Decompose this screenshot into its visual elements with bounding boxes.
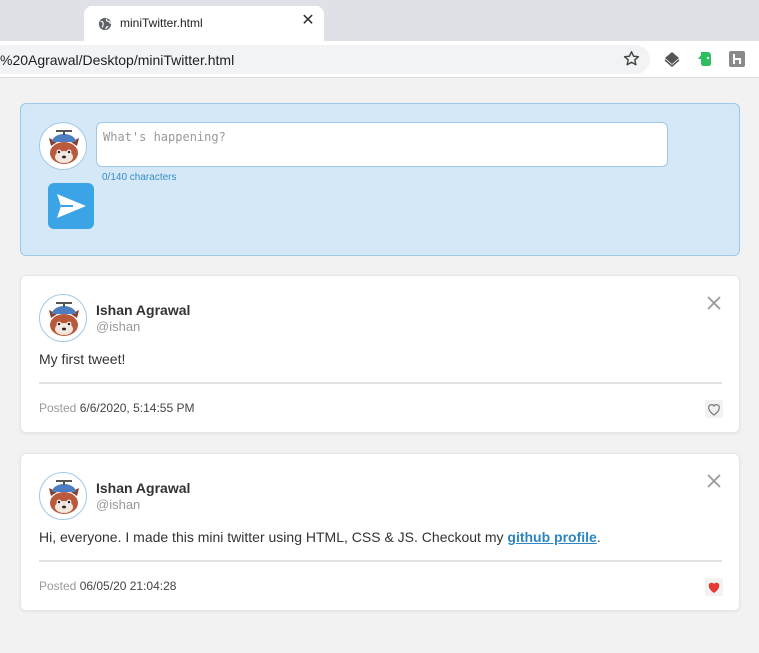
posted-date: 06/05/20 21:04:28 [79,579,177,593]
tweet-text: My first tweet! [39,351,126,367]
avatar [39,472,87,520]
layers-extension-icon[interactable] [663,50,681,68]
red-panda-avatar-icon [49,302,79,336]
posted-info: Posted 6/6/2020, 5:14:55 PM [39,401,194,415]
author-handle: @ishan [96,497,141,512]
address-bar[interactable]: %20Agrawal/Desktop/miniTwitter.html [0,45,650,74]
browser-tabstrip: miniTwitter.html ✕ [0,0,759,41]
h-extension-icon[interactable] [728,50,746,68]
tweet-card: Ishan Agrawal @ishan My first tweet! Pos… [20,275,740,433]
browser-toolbar: %20Agrawal/Desktop/miniTwitter.html [0,41,759,78]
heart-outline-icon[interactable] [705,400,723,418]
tweet-text-end: . [596,529,601,545]
character-counter: 0/140 characters [102,172,177,183]
posted-label: Posted [39,401,77,415]
tab-title: miniTwitter.html [120,16,203,30]
github-profile-link[interactable]: github profile [507,529,596,545]
compose-panel: 0/140 characters [20,103,740,256]
globe-icon [98,17,112,31]
tweet-card: Ishan Agrawal @ishan Hi, everyone. I mad… [20,453,740,611]
posted-date: 6/6/2020, 5:14:55 PM [79,401,195,415]
tweet-text: Hi, everyone. I made this mini twitter u… [39,529,601,545]
send-icon [57,194,86,218]
url-text: %20Agrawal/Desktop/miniTwitter.html [0,52,235,68]
avatar [39,294,87,342]
divider [39,382,722,384]
bookmark-star-icon[interactable] [623,50,640,67]
tab-close-icon[interactable]: ✕ [300,13,316,29]
posted-info: Posted 06/05/20 21:04:28 [39,579,176,593]
close-icon[interactable] [704,293,724,313]
close-icon[interactable] [704,471,724,491]
divider [39,560,722,562]
send-tweet-button[interactable] [48,183,94,229]
browser-tab[interactable]: miniTwitter.html ✕ [84,6,324,41]
tweet-text-body: Hi, everyone. I made this mini twitter u… [39,529,508,545]
evernote-extension-icon[interactable] [696,50,714,68]
author-name: Ishan Agrawal [96,302,191,318]
heart-filled-icon[interactable] [705,578,723,596]
avatar [39,122,87,170]
red-panda-avatar-icon [49,130,79,164]
tweet-input[interactable] [96,122,668,167]
posted-label: Posted [39,579,77,593]
author-name: Ishan Agrawal [96,480,191,496]
author-handle: @ishan [96,319,141,334]
red-panda-avatar-icon [49,480,79,514]
